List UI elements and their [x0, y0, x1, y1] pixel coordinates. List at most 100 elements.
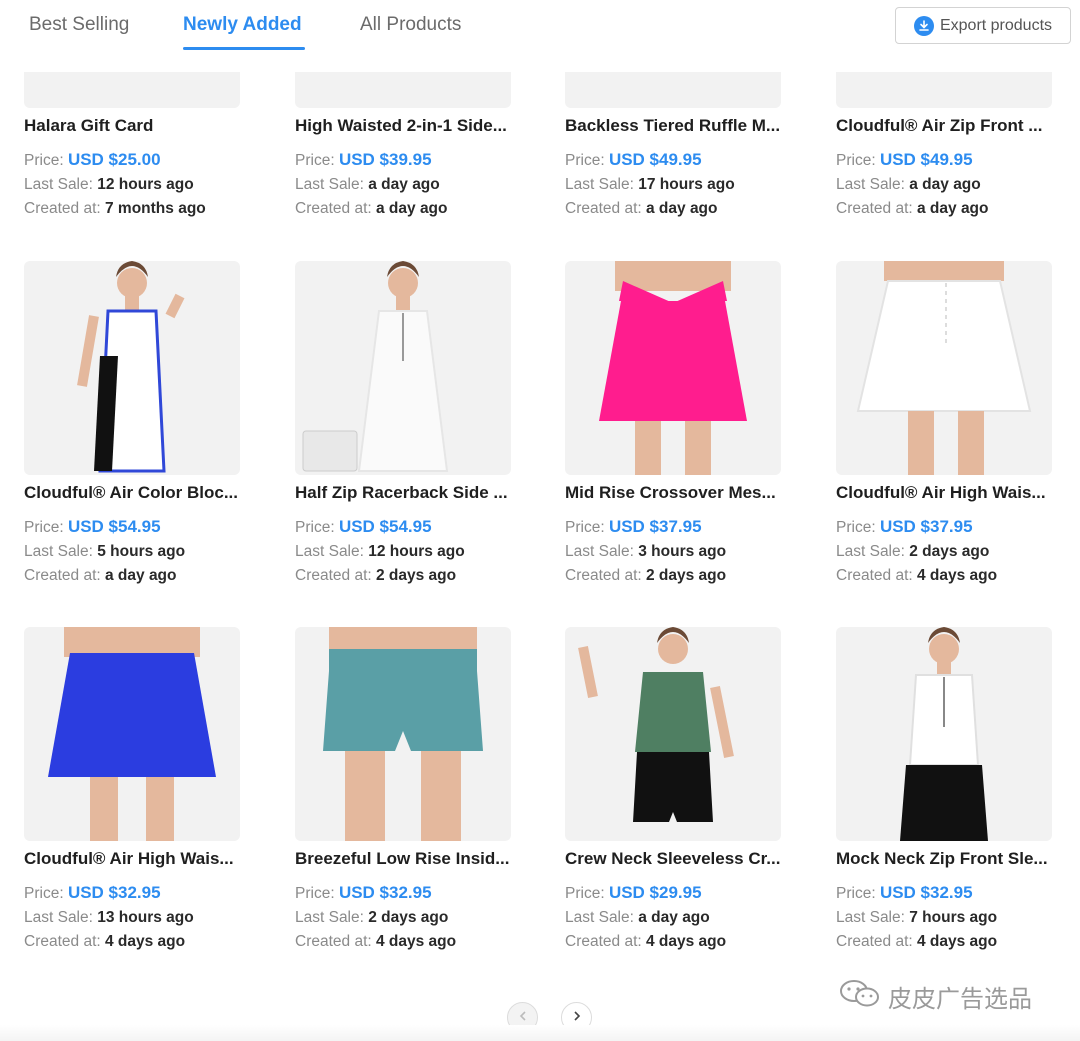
watermark: 皮皮广告选品	[838, 978, 1032, 1015]
product-last-sale: Last Sale: 13 hours ago	[24, 909, 194, 927]
product-image[interactable]	[836, 261, 1052, 475]
product-last-sale-label: Last Sale:	[24, 909, 93, 926]
product-last-sale: Last Sale: 12 hours ago	[295, 543, 465, 561]
product-name[interactable]: Cloudful® Air Zip Front ...	[836, 116, 1068, 136]
tab-all-products[interactable]: All Products	[360, 14, 461, 36]
product-last-sale-label: Last Sale:	[565, 176, 634, 193]
product-price: Price: USD $32.95	[836, 883, 973, 903]
product-created-at-label: Created at:	[295, 200, 372, 217]
product-created-at: Created at: a day ago	[295, 200, 448, 218]
product-price-value: USD $54.95	[338, 517, 432, 536]
product-price-label: Price:	[836, 152, 876, 169]
product-price-label: Price:	[295, 152, 335, 169]
export-products-label: Export products	[939, 16, 1053, 34]
product-price: Price: USD $54.95	[24, 517, 161, 537]
product-created-at: Created at: 2 days ago	[295, 567, 456, 585]
product-created-at: Created at: 4 days ago	[836, 567, 997, 585]
product-created-at-label: Created at:	[24, 567, 101, 584]
product-last-sale-label: Last Sale:	[295, 176, 364, 193]
product-name[interactable]: Crew Neck Sleeveless Cr...	[565, 849, 797, 869]
product-price-label: Price:	[295, 519, 335, 536]
tab-bar: Best Selling Newly Added All Products Ex…	[0, 0, 1080, 72]
product-created-at-label: Created at:	[295, 933, 372, 950]
product-image[interactable]	[24, 627, 240, 841]
product-last-sale: Last Sale: 17 hours ago	[565, 176, 735, 194]
product-last-sale-value: 2 days ago	[909, 543, 990, 560]
product-name[interactable]: Mid Rise Crossover Mes...	[565, 483, 797, 503]
product-name[interactable]: Cloudful® Air High Wais...	[24, 849, 256, 869]
product-created-at-label: Created at:	[295, 567, 372, 584]
product-name[interactable]: Cloudful® Air Color Bloc...	[24, 483, 256, 503]
product-name[interactable]: Cloudful® Air High Wais...	[836, 483, 1068, 503]
product-created-at-label: Created at:	[565, 933, 642, 950]
product-price-label: Price:	[24, 519, 64, 536]
product-name[interactable]: Mock Neck Zip Front Sle...	[836, 849, 1068, 869]
product-created-at-label: Created at:	[24, 933, 101, 950]
product-image[interactable]	[295, 261, 511, 475]
product-image[interactable]	[295, 627, 511, 841]
product-last-sale: Last Sale: 5 hours ago	[24, 543, 185, 561]
product-created-at: Created at: a day ago	[24, 567, 177, 585]
product-created-at-label: Created at:	[565, 200, 642, 217]
export-products-button[interactable]: Export products	[895, 7, 1071, 44]
product-last-sale-value: 17 hours ago	[638, 176, 735, 193]
wechat-icon	[838, 978, 882, 1015]
product-price-label: Price:	[836, 885, 876, 902]
product-created-at-value: 4 days ago	[917, 567, 998, 584]
product-price-label: Price:	[565, 152, 605, 169]
download-icon	[913, 15, 934, 36]
product-price: Price: USD $32.95	[295, 883, 432, 903]
product-created-at: Created at: a day ago	[565, 200, 718, 218]
product-last-sale-value: 12 hours ago	[368, 543, 465, 560]
product-created-at-value: 2 days ago	[376, 567, 457, 584]
product-name[interactable]: High Waisted 2-in-1 Side...	[295, 116, 527, 136]
product-created-at: Created at: 4 days ago	[295, 933, 456, 951]
product-last-sale-value: 5 hours ago	[97, 543, 186, 560]
product-created-at: Created at: 4 days ago	[24, 933, 185, 951]
product-price-label: Price:	[565, 519, 605, 536]
product-created-at: Created at: 2 days ago	[565, 567, 726, 585]
product-name[interactable]: Backless Tiered Ruffle M...	[565, 116, 797, 136]
product-name[interactable]: Breezeful Low Rise Insid...	[295, 849, 527, 869]
product-last-sale: Last Sale: 7 hours ago	[836, 909, 997, 927]
product-last-sale-value: a day ago	[368, 176, 440, 193]
product-created-at-value: a day ago	[917, 200, 989, 217]
product-price: Price: USD $37.95	[565, 517, 702, 537]
product-last-sale: Last Sale: a day ago	[836, 176, 981, 194]
product-last-sale-label: Last Sale:	[565, 543, 634, 560]
product-created-at: Created at: 4 days ago	[836, 933, 997, 951]
product-created-at-label: Created at:	[836, 200, 913, 217]
product-name[interactable]: Half Zip Racerback Side ...	[295, 483, 527, 503]
product-last-sale-label: Last Sale:	[836, 176, 905, 193]
product-created-at: Created at: a day ago	[836, 200, 989, 218]
product-image[interactable]	[24, 261, 240, 475]
product-created-at-value: a day ago	[105, 567, 177, 584]
product-price-value: USD $32.95	[67, 883, 161, 902]
product-price: Price: USD $39.95	[295, 150, 432, 170]
product-image[interactable]	[565, 261, 781, 475]
product-price-value: USD $39.95	[338, 150, 432, 169]
product-price-value: USD $37.95	[608, 517, 702, 536]
product-last-sale: Last Sale: a day ago	[565, 909, 710, 927]
product-created-at-value: 7 months ago	[105, 200, 206, 217]
product-created-at-value: 4 days ago	[917, 933, 998, 950]
product-created-at-value: 4 days ago	[376, 933, 457, 950]
product-last-sale: Last Sale: 3 hours ago	[565, 543, 726, 561]
product-name[interactable]: Halara Gift Card	[24, 116, 256, 136]
tab-newly-added[interactable]: Newly Added	[183, 14, 302, 36]
product-last-sale-value: a day ago	[909, 176, 981, 193]
product-price: Price: USD $54.95	[295, 517, 432, 537]
product-price: Price: USD $49.95	[565, 150, 702, 170]
product-image[interactable]	[836, 627, 1052, 841]
product-last-sale-value: 13 hours ago	[97, 909, 194, 926]
tab-best-selling[interactable]: Best Selling	[29, 14, 129, 36]
product-price: Price: USD $29.95	[565, 883, 702, 903]
product-price-value: USD $32.95	[338, 883, 432, 902]
product-price-value: USD $25.00	[67, 150, 161, 169]
product-last-sale: Last Sale: a day ago	[295, 176, 440, 194]
product-created-at-label: Created at:	[565, 567, 642, 584]
product-created-at-label: Created at:	[24, 200, 101, 217]
product-image[interactable]	[565, 627, 781, 841]
product-last-sale-value: 7 hours ago	[909, 909, 998, 926]
product-last-sale-value: 2 days ago	[368, 909, 449, 926]
